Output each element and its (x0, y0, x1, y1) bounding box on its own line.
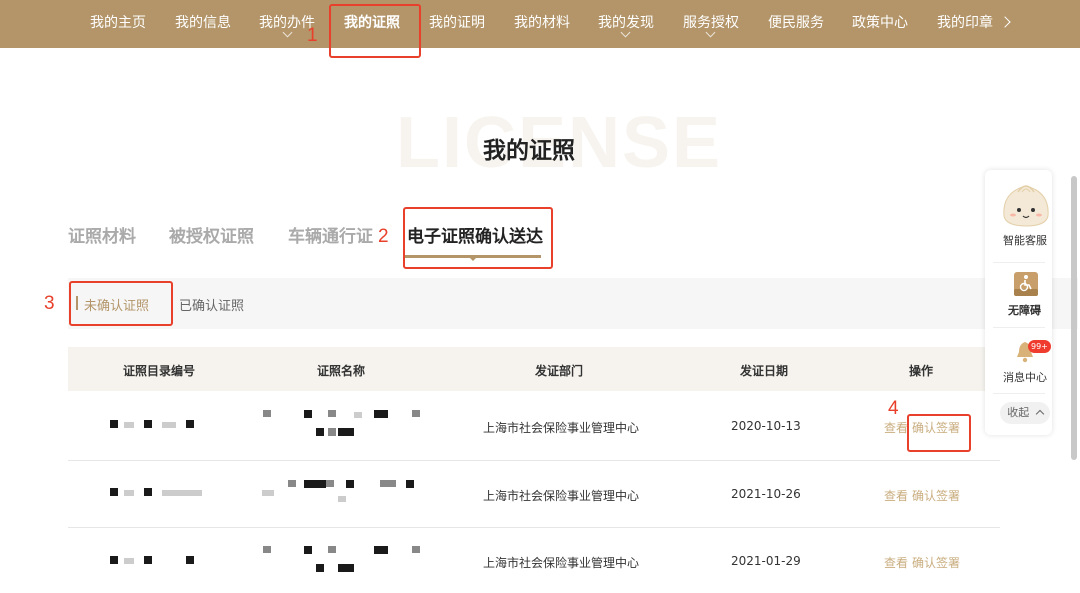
nav-item-materials[interactable]: 我的材料 (514, 0, 570, 48)
bun-mascot-icon (1003, 185, 1049, 227)
annotation-number: 2 (378, 226, 389, 247)
date-cell: 2021-01-29 (731, 554, 801, 568)
department-cell: 上海市社会保险事业管理中心 (483, 421, 640, 435)
annotation-number: 1 (307, 25, 318, 46)
collapse-button[interactable]: 收起 (1000, 402, 1050, 424)
column-header-actions: 操作 (909, 364, 934, 378)
message-center-label: 消息中心 (1003, 371, 1047, 384)
column-header-department: 发证部门 (535, 364, 584, 378)
chevron-right-icon[interactable] (999, 16, 1011, 28)
department-cell: 上海市社会保险事业管理中心 (483, 489, 640, 503)
chevron-up-icon (1035, 409, 1044, 419)
view-link[interactable]: 查看 (884, 487, 908, 504)
panel-divider (993, 262, 1045, 263)
view-link[interactable]: 查看 (884, 554, 908, 571)
nav-item-discover[interactable]: 我的发现 (598, 0, 654, 48)
column-header-license-name: 证照名称 (317, 364, 366, 378)
annotation-box-confirm (907, 414, 971, 452)
date-cell: 2021-10-26 (731, 487, 801, 501)
table-header (68, 347, 1000, 391)
confirm-sign-link[interactable]: 确认签署 (912, 487, 960, 504)
tab-authorized-licenses[interactable]: 被授权证照 (169, 222, 254, 247)
tab-license-materials[interactable]: 证照材料 (68, 222, 136, 247)
column-header-date: 发证日期 (740, 364, 789, 378)
annotation-number: 4 (888, 398, 899, 419)
panel-divider (993, 327, 1045, 328)
row-divider (68, 460, 1000, 461)
column-header-catalog-number: 证照目录编号 (123, 364, 196, 378)
annotation-number: 3 (44, 293, 55, 314)
nav-item-info[interactable]: 我的信息 (175, 0, 231, 48)
accessibility-label: 无障碍 (1008, 304, 1041, 317)
customer-service-label: 智能客服 (1003, 234, 1047, 247)
row-divider (68, 527, 1000, 528)
view-link[interactable]: 查看 (884, 419, 908, 436)
nav-item-policy[interactable]: 政策中心 (852, 0, 908, 48)
page-title: 我的证照 (483, 138, 575, 164)
confirm-sign-link[interactable]: 确认签署 (912, 554, 960, 571)
tab-vehicle-pass[interactable]: 车辆通行证 (288, 222, 373, 247)
top-navigation-bar: 我的主页 我的信息 我的办件 我的证照 我的证明 我的材料 我的发现 服务授权 … (0, 0, 1080, 48)
annotation-box-tab (403, 207, 553, 269)
department-cell: 上海市社会保险事业管理中心 (483, 556, 640, 570)
nav-item-seal[interactable]: 我的印章 (937, 0, 993, 48)
nav-item-certificates[interactable]: 我的证明 (429, 0, 485, 48)
wheelchair-icon (1014, 272, 1038, 296)
vertical-scrollbar[interactable] (1071, 176, 1077, 460)
date-cell: 2020-10-13 (731, 419, 801, 433)
nav-item-authorization[interactable]: 服务授权 (683, 0, 739, 48)
annotation-box-nav (329, 4, 421, 58)
subtab-confirmed[interactable]: 已确认证照 (179, 295, 244, 314)
nav-item-home[interactable]: 我的主页 (90, 0, 146, 48)
unread-count-badge: 99+ (1028, 340, 1051, 353)
nav-item-convenience[interactable]: 便民服务 (768, 0, 824, 48)
collapse-label: 收起 (1007, 406, 1030, 419)
annotation-box-subtab (69, 281, 173, 326)
panel-divider (993, 393, 1045, 394)
